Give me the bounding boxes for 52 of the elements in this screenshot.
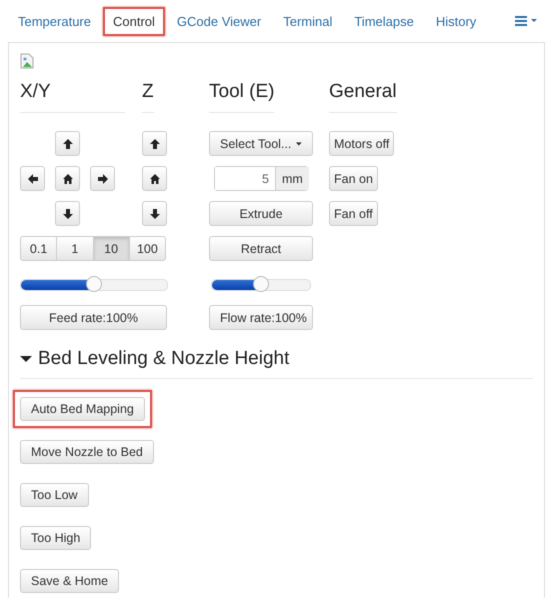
broken-image-icon: [20, 53, 34, 69]
bed-leveling-button[interactable]: Save & Home: [20, 569, 120, 593]
general-button[interactable]: Fan on: [329, 166, 378, 191]
arrow-down-icon: [62, 208, 74, 220]
tab[interactable]: Control: [102, 6, 165, 36]
home-button[interactable]: [55, 166, 80, 191]
tab[interactable]: History: [426, 6, 486, 36]
bed-leveling-button[interactable]: Move Nozzle to Bed: [20, 440, 154, 464]
arrow-left-icon: [26, 172, 38, 184]
tab[interactable]: Temperature: [8, 6, 101, 36]
arrow-up-icon: [62, 138, 74, 150]
column-heading: Tool (E): [209, 80, 274, 113]
tab[interactable]: GCode Viewer: [166, 6, 272, 36]
flow-rate-button[interactable]: Flow rate:100%: [209, 305, 313, 330]
general-button[interactable]: Fan off: [329, 201, 378, 226]
arrow-up-icon: [148, 138, 160, 150]
tab[interactable]: Terminal: [273, 6, 342, 36]
general-button[interactable]: Motors off: [329, 131, 394, 156]
arrow-right-icon: [96, 172, 108, 184]
home-button[interactable]: [142, 166, 167, 191]
section-title: Bed Leveling & Nozzle Height: [38, 348, 290, 370]
home-icon: [62, 172, 74, 184]
column-heading: Z: [142, 80, 154, 113]
extrude-button[interactable]: Extrude: [209, 201, 313, 226]
caret-icon: [296, 142, 302, 146]
menu-icon: [515, 16, 537, 26]
slider[interactable]: [20, 279, 168, 291]
feed-rate-button[interactable]: Feed rate:100%: [20, 305, 167, 330]
jog-down-button[interactable]: [55, 201, 80, 226]
step-button[interactable]: 100: [128, 236, 166, 261]
jog-down-button[interactable]: [142, 201, 167, 226]
step-button[interactable]: 10: [92, 236, 130, 261]
step-button[interactable]: 0.1: [20, 236, 58, 261]
column-heading: General: [329, 80, 397, 113]
caret-down-icon[interactable]: [20, 355, 32, 363]
column-heading: X/Y: [20, 80, 125, 113]
amount-field[interactable]: 5 mm: [214, 166, 308, 191]
bed-leveling-button[interactable]: Too High: [20, 526, 92, 550]
jog-up-button[interactable]: [142, 131, 167, 156]
jog-up-button[interactable]: [55, 131, 80, 156]
arrow-down-icon: [148, 208, 160, 220]
extrude-button[interactable]: Retract: [209, 236, 313, 261]
bed-leveling-button[interactable]: Auto Bed Mapping: [20, 397, 145, 421]
bed-leveling-button[interactable]: Too Low: [20, 483, 89, 507]
select-tool-dropdown[interactable]: Select Tool...: [209, 131, 313, 156]
step-button[interactable]: 1: [56, 236, 94, 261]
jog-right-button[interactable]: [90, 166, 115, 191]
jog-left-button[interactable]: [20, 166, 45, 191]
tab[interactable]: Timelapse: [344, 6, 424, 36]
home-icon: [148, 172, 160, 184]
slider[interactable]: [211, 279, 311, 291]
unit-label: mm: [275, 167, 309, 190]
